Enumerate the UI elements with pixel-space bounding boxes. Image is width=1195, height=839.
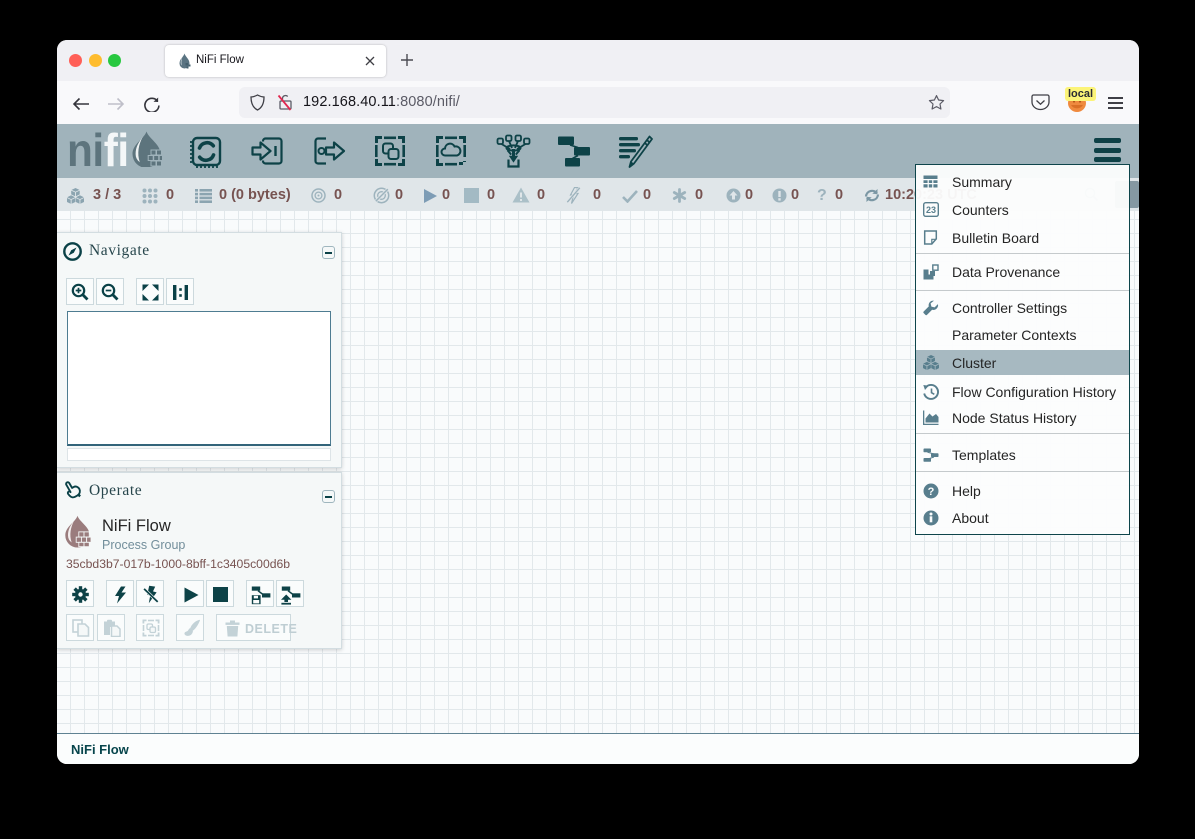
- svg-text:?: ?: [928, 486, 935, 498]
- svg-text:23: 23: [926, 205, 936, 215]
